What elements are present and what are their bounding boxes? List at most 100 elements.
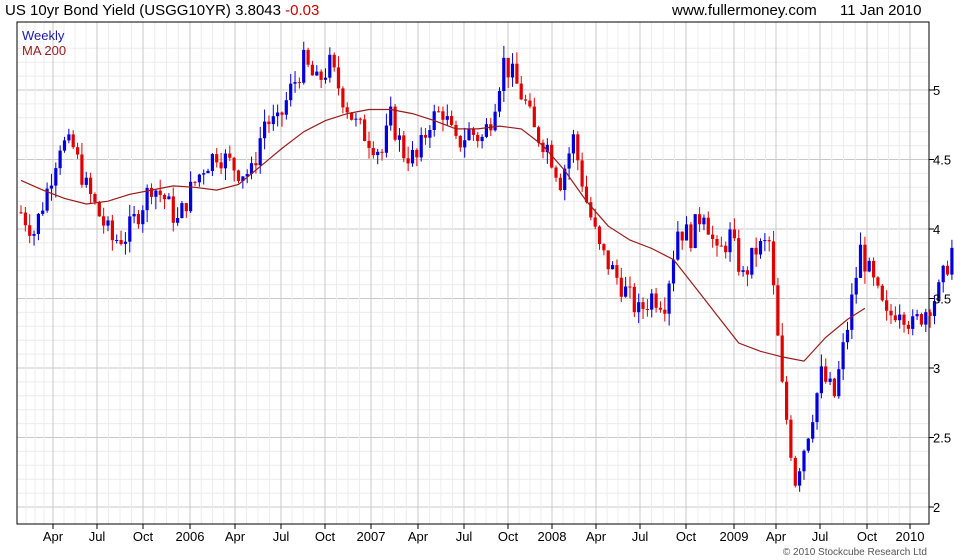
candle-body	[32, 234, 36, 236]
candle-body	[149, 187, 154, 197]
candle-body	[132, 214, 136, 217]
candle-body	[306, 49, 310, 65]
candlestick-chart: 2 2.5 3 3.5 4 4.5 5 Apr Jul Oct 2006 Apr Jul Oct 2007…	[16, 21, 954, 558]
candle-body	[345, 107, 349, 113]
candle-body	[180, 203, 184, 218]
candle-body	[406, 158, 410, 164]
candle-body	[532, 106, 536, 128]
candle-body	[76, 147, 80, 155]
candle-body	[102, 216, 106, 226]
candle-body	[423, 135, 428, 138]
x-tick-label: Oct	[315, 529, 336, 544]
candle-body	[358, 118, 362, 120]
candle-body	[84, 177, 88, 185]
candle-body	[819, 366, 823, 394]
candle-body	[467, 128, 471, 141]
candle-body	[597, 226, 602, 245]
candle-body	[254, 163, 258, 166]
candle-body	[911, 316, 915, 329]
candle-body	[19, 212, 23, 214]
candle-body	[206, 170, 210, 174]
candle-body	[706, 217, 710, 235]
candle-body	[67, 134, 71, 141]
candle-body	[367, 140, 371, 148]
candle-body	[776, 285, 780, 336]
candle-body	[463, 140, 467, 148]
candle-body	[745, 270, 749, 275]
x-tick-label: Apr	[225, 529, 246, 544]
candle-body	[767, 240, 771, 242]
candle-body	[162, 194, 167, 200]
candle-body	[602, 244, 606, 251]
candle-body	[293, 82, 297, 84]
candle-body	[702, 217, 706, 225]
candle-body	[845, 329, 850, 343]
candle-body	[363, 119, 367, 141]
candle-body	[480, 136, 484, 142]
candle-body	[354, 118, 358, 120]
candle-body	[824, 366, 828, 382]
y-tick-label: 2.5	[933, 431, 951, 446]
candle-body	[71, 134, 75, 148]
candle-body	[654, 293, 658, 308]
candle-body	[197, 174, 201, 183]
candle-body	[606, 250, 610, 270]
candle-body	[210, 154, 214, 171]
candle-body	[128, 216, 132, 242]
candle-body	[267, 121, 271, 125]
candle-body	[450, 116, 454, 125]
candle-body	[519, 83, 523, 100]
candle-body	[732, 229, 736, 239]
candle-body	[215, 154, 219, 163]
x-tick-label: Jul	[812, 529, 829, 544]
candle-body	[698, 214, 702, 225]
candle-body	[258, 138, 262, 166]
candle-body	[750, 247, 754, 275]
candle-body	[558, 177, 562, 191]
x-tick-label: Oct	[857, 529, 878, 544]
candle-body	[384, 125, 388, 153]
candle-body	[863, 244, 867, 272]
candle-body	[263, 121, 267, 139]
candle-body	[319, 71, 323, 80]
y-axis: 2 2.5 3 3.5 4 4.5 5	[929, 83, 951, 515]
candle-body	[832, 378, 836, 397]
candle-body	[850, 294, 854, 330]
candle-body	[380, 151, 384, 153]
candle-body	[885, 300, 889, 311]
candle-body	[858, 244, 863, 278]
candle-body	[658, 307, 662, 310]
candle-body	[28, 225, 32, 236]
candle-body	[410, 149, 415, 164]
candle-body	[123, 241, 127, 244]
candle-body	[89, 177, 93, 194]
candle-body	[780, 335, 784, 382]
candle-body	[719, 245, 723, 247]
candle-body	[184, 203, 188, 212]
candle-body	[924, 312, 928, 325]
candle-body	[680, 231, 684, 241]
candle-body	[902, 314, 906, 325]
candle-body	[567, 153, 571, 169]
candle-body	[493, 111, 497, 131]
candle-body	[49, 185, 53, 189]
candle-body	[376, 151, 380, 156]
candle-body	[919, 314, 923, 325]
candle-body	[484, 124, 488, 137]
candle-body	[628, 286, 632, 288]
candle-body	[167, 196, 171, 200]
candle-body	[806, 438, 810, 451]
candle-body	[737, 238, 741, 272]
candle-body	[297, 82, 301, 84]
candle-body	[663, 309, 667, 314]
candle-body	[693, 214, 697, 248]
candle-body	[80, 154, 84, 185]
candle-body	[524, 99, 528, 101]
candle-body	[23, 212, 27, 226]
x-tick-label: Apr	[586, 529, 607, 544]
x-tick-label: Jul	[273, 529, 290, 544]
candle-body	[419, 135, 423, 158]
candle-body	[236, 170, 241, 181]
candle-body	[280, 112, 284, 115]
candle-body	[624, 286, 628, 297]
